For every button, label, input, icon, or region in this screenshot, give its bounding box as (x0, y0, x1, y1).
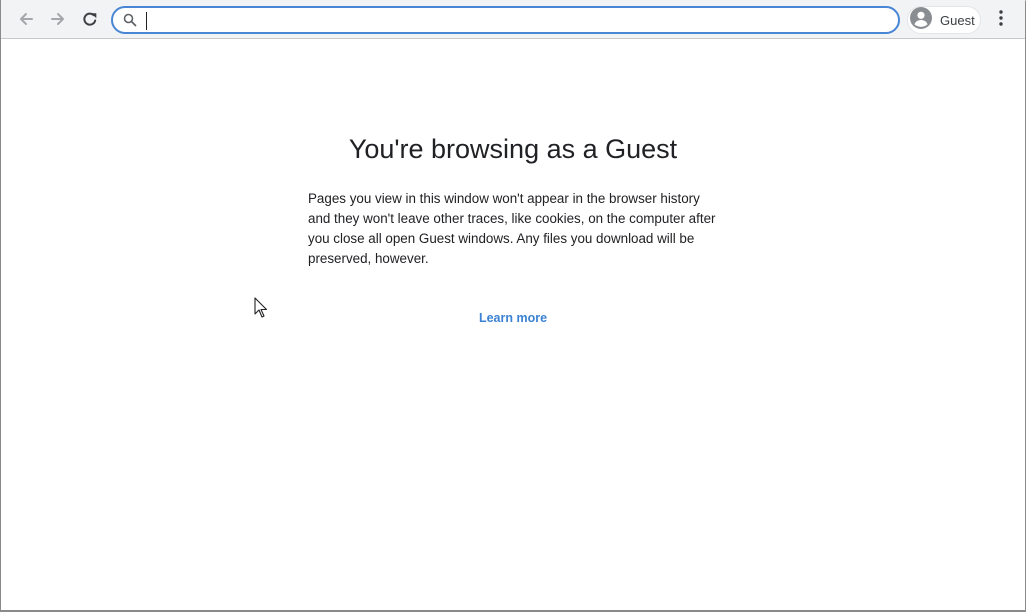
avatar-icon (908, 6, 932, 34)
profile-label: Guest (940, 12, 975, 28)
text-caret (146, 12, 147, 30)
page-content: You're browsing as a Guest Pages you vie… (1, 40, 1025, 608)
address-bar[interactable] (111, 6, 900, 34)
browser-toolbar: Guest (1, 0, 1025, 39)
browser-window: Guest You're browsing as a Guest Pages y… (0, 0, 1026, 612)
reload-button[interactable] (77, 6, 103, 32)
page-title: You're browsing as a Guest (348, 134, 678, 164)
browser-menu-button[interactable] (991, 7, 1011, 33)
arrow-forward-icon (49, 10, 67, 28)
arrow-back-icon (17, 10, 35, 28)
profile-button[interactable]: Guest (907, 6, 981, 34)
search-icon (123, 13, 137, 32)
reload-icon (81, 10, 99, 28)
kebab-menu-icon (999, 9, 1003, 31)
learn-more-link[interactable]: Learn more (1, 311, 1025, 325)
address-input[interactable] (145, 10, 885, 30)
mouse-pointer-icon (254, 297, 268, 324)
guest-description: Pages you view in this window won't appe… (308, 191, 716, 266)
back-button[interactable] (13, 6, 39, 32)
forward-button[interactable] (45, 6, 71, 32)
